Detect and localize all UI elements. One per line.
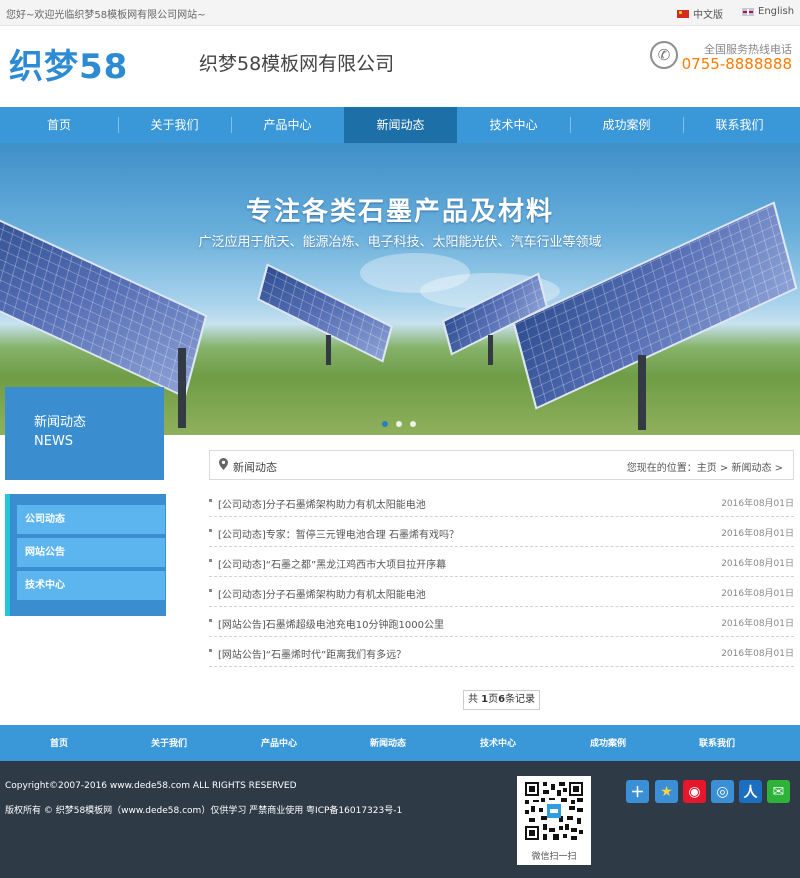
nav-item-tech[interactable]: 技术中心: [457, 107, 570, 143]
pagination: 共 1页6条记录: [463, 690, 540, 710]
nav-item-contact[interactable]: 联系我们: [683, 107, 796, 143]
bullet-icon: [209, 619, 212, 622]
slider-dots: [382, 421, 416, 427]
news-date: 2016年08月01日: [721, 529, 794, 539]
sidebar-item-company-news[interactable]: 公司动态: [17, 505, 165, 534]
wechat-icon[interactable]: ✉: [767, 780, 790, 803]
sidebar-title-en: NEWS: [34, 434, 74, 449]
bullet-icon: [209, 559, 212, 562]
pager-suffix: 条记录: [505, 694, 536, 705]
news-date: 2016年08月01日: [721, 559, 794, 569]
footer-nav: 首页 关于我们 产品中心 新闻动态 技术中心 成功案例 联系我们: [0, 725, 800, 761]
rights-text: 版权所有 © 织梦58模板网（www.dede58.com）仅供学习 严禁商业使…: [5, 806, 403, 816]
bullet-icon: [209, 649, 212, 652]
weibo-icon[interactable]: ◉: [683, 780, 706, 803]
renren-icon[interactable]: 人: [739, 780, 762, 803]
banner-title: 专注各类石墨产品及材料: [245, 197, 554, 227]
nav-item-about[interactable]: 关于我们: [118, 107, 231, 143]
slider-dot[interactable]: [396, 421, 402, 427]
list-item: [网站公告]石墨烯超级电池充电10分钟跑1000公里 2016年08月01日: [209, 607, 794, 637]
list-item: [公司动态]分子石墨烯架构助力有机太阳能电池 2016年08月01日: [209, 487, 794, 517]
panel-pole-shape: [326, 335, 331, 365]
wechat-qr-box: 微信扫一扫: [517, 776, 591, 865]
phone-icon: ✆: [650, 41, 678, 69]
footer: Copyright©2007-2016 www.dede58.com ALL R…: [0, 761, 800, 878]
slider-dot[interactable]: [410, 421, 416, 427]
banner-subtitle: 广泛应用于航天、能源冶炼、电子科技、太阳能光伏、汽车行业等领域: [198, 235, 602, 250]
section-title: 新闻动态: [233, 461, 277, 474]
bullet-icon: [209, 589, 212, 592]
footer-nav-tech[interactable]: 技术中心: [480, 736, 516, 749]
nav-item-cases[interactable]: 成功案例: [570, 107, 683, 143]
lang-en-label: English: [758, 6, 795, 17]
bullet-icon: [209, 529, 212, 532]
uk-flag-icon: [742, 7, 754, 16]
footer-nav-home[interactable]: 首页: [50, 736, 68, 749]
nav-item-news[interactable]: 新闻动态: [344, 107, 457, 143]
news-title-link[interactable]: [公司动态]分子石墨烯架构助力有机太阳能电池: [218, 496, 426, 511]
news-date: 2016年08月01日: [721, 589, 794, 599]
header: 织梦58 织梦58模板网有限公司 ✆ 全国服务热线电话 0755-8888888: [0, 27, 800, 107]
slider-dot[interactable]: [382, 421, 388, 427]
news-title-link[interactable]: [公司动态]专家：暂停三元锂电池合理 石墨烯有戏吗？: [218, 526, 459, 541]
footer-nav-cases[interactable]: 成功案例: [590, 736, 626, 749]
panel-pole-shape: [488, 335, 493, 365]
hotline-number: 0755-8888888: [681, 55, 792, 73]
bullet-icon: [209, 499, 212, 502]
china-flag-icon: [677, 9, 689, 18]
news-title-link[interactable]: [网站公告]石墨烯超级电池充电10分钟跑1000公里: [218, 616, 444, 631]
lang-cn-label: 中文版: [693, 10, 723, 21]
lang-switch-en[interactable]: English: [742, 6, 794, 17]
site-logo[interactable]: 织梦58: [9, 39, 128, 88]
news-title-link[interactable]: [公司动态]分子石墨烯架构助力有机太阳能电池: [218, 586, 426, 601]
news-title-link[interactable]: [公司动态]“石墨之都”黑龙江鸡西市大项目拉开序幕: [218, 556, 446, 571]
news-date: 2016年08月01日: [721, 649, 794, 659]
welcome-text: 您好~欢迎光临织梦58模板网有限公司网站~: [6, 10, 206, 21]
list-item: [公司动态]专家：暂停三元锂电池合理 石墨烯有戏吗？ 2016年08月01日: [209, 517, 794, 547]
footer-nav-products[interactable]: 产品中心: [261, 736, 297, 749]
list-item: [网站公告]“石墨烯时代”距离我们有多远？ 2016年08月01日: [209, 637, 794, 667]
nav-item-home[interactable]: 首页: [0, 107, 118, 143]
sidebar-item-announcements[interactable]: 网站公告: [17, 538, 165, 567]
breadcrumb-bar: 新闻动态 您现在的位置：主页 > 新闻动态 >: [209, 450, 794, 480]
footer-nav-about[interactable]: 关于我们: [151, 736, 187, 749]
location-pin-icon: [219, 458, 228, 470]
nav-item-products[interactable]: 产品中心: [231, 107, 344, 143]
top-bar: 您好~欢迎光临织梦58模板网有限公司网站~ 中文版 English: [0, 0, 800, 26]
main-nav: 首页 关于我们 产品中心 新闻动态 技术中心 成功案例 联系我们: [0, 107, 800, 143]
plus-share-icon[interactable]: ＋: [626, 780, 649, 803]
copyright-text: Copyright©2007-2016 www.dede58.com ALL R…: [5, 781, 297, 791]
sidebar-menu: 公司动态 网站公告 技术中心: [5, 494, 166, 616]
company-name: 织梦58模板网有限公司: [199, 53, 395, 75]
news-list: [公司动态]分子石墨烯架构助力有机太阳能电池 2016年08月01日 [公司动态…: [209, 487, 794, 667]
breadcrumb: 您现在的位置：主页 > 新闻动态 >: [627, 459, 783, 474]
panel-pole-shape: [638, 355, 646, 430]
lang-switch-cn[interactable]: 中文版: [677, 6, 723, 21]
qr-label: 微信扫一扫: [531, 852, 577, 862]
qr-code-icon: [525, 782, 583, 840]
news-title-link[interactable]: [网站公告]“石墨烯时代”距离我们有多远？: [218, 646, 406, 661]
news-date: 2016年08月01日: [721, 499, 794, 509]
pager-mid: 页: [488, 694, 499, 705]
tencent-weibo-icon[interactable]: ◎: [711, 780, 734, 803]
sidebar-item-tech[interactable]: 技术中心: [17, 571, 165, 600]
list-item: [公司动态]“石墨之都”黑龙江鸡西市大项目拉开序幕 2016年08月01日: [209, 547, 794, 577]
footer-nav-contact[interactable]: 联系我们: [699, 736, 735, 749]
breadcrumb-label: 您现在的位置：: [626, 463, 697, 474]
pager-prefix: 共: [467, 694, 482, 705]
footer-nav-news[interactable]: 新闻动态: [370, 736, 406, 749]
sidebar-title: 新闻动态 NEWS: [5, 387, 164, 480]
breadcrumb-path[interactable]: 主页 > 新闻动态 >: [697, 463, 783, 474]
sidebar-title-cn: 新闻动态: [34, 415, 87, 430]
news-date: 2016年08月01日: [721, 619, 794, 629]
qzone-icon[interactable]: ★: [655, 780, 678, 803]
list-item: [公司动态]分子石墨烯架构助力有机太阳能电池 2016年08月01日: [209, 577, 794, 607]
panel-pole-shape: [178, 348, 186, 428]
